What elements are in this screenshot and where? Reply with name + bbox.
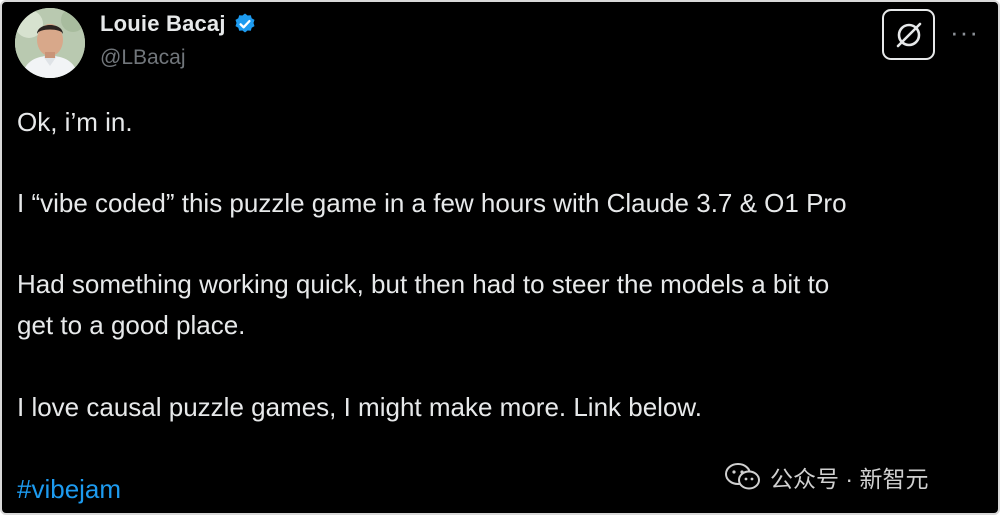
hashtag-link[interactable]: #vibejam <box>17 469 121 510</box>
author-handle[interactable]: @LBacaj <box>100 46 186 70</box>
tweet-paragraph: Had something working quick, but then ha… <box>17 269 830 299</box>
verified-badge-icon <box>235 13 255 33</box>
grok-icon <box>896 22 921 47</box>
watermark: 公众号 · 新智元 <box>724 460 928 494</box>
grok-button[interactable] <box>882 9 935 60</box>
wechat-icon <box>725 463 760 490</box>
watermark-text: 公众号 · 新智元 <box>770 466 929 492</box>
more-icon[interactable]: ··· <box>950 19 979 45</box>
author-name-row: Louie Bacaj <box>100 11 257 37</box>
avatar[interactable] <box>15 8 85 78</box>
tweet-paragraph: I love causal puzzle games, I might make… <box>17 392 702 422</box>
tweet-paragraph: I “vibe coded” this puzzle game in a few… <box>17 188 847 218</box>
tweet-paragraph: Ok, i’m in. <box>17 107 133 137</box>
author-display-name[interactable]: Louie Bacaj <box>100 11 226 37</box>
tweet-paragraph: get to a good place. <box>17 310 246 340</box>
tweet-card: Louie Bacaj @LBacaj ··· Ok, i’m in. I “v… <box>0 0 1000 515</box>
